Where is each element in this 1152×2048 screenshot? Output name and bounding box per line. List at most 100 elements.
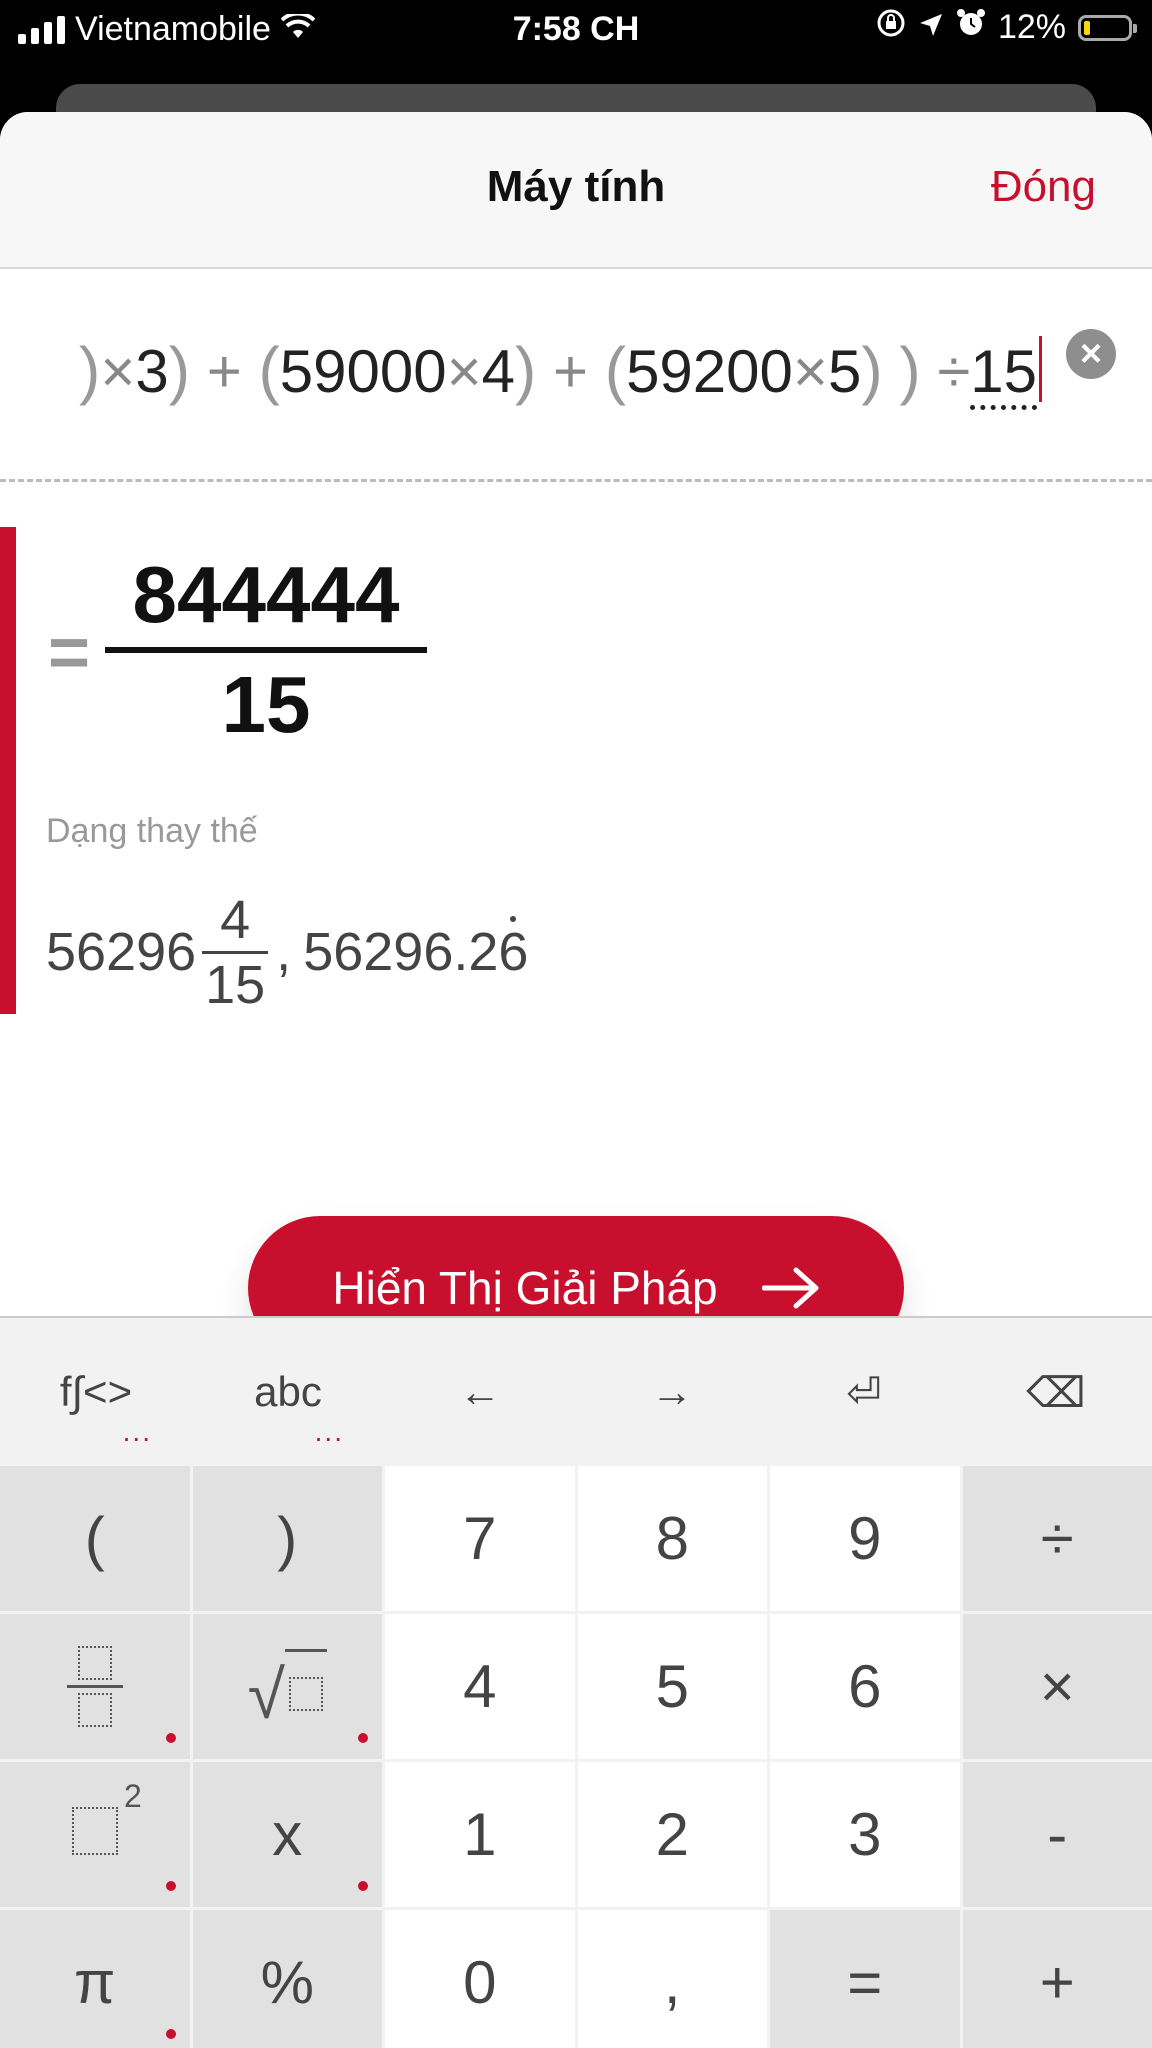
key-7[interactable]: 7 <box>385 1466 575 1611</box>
status-right: 12% <box>876 8 1137 47</box>
key-open-paren[interactable]: ( <box>0 1466 190 1611</box>
expr-paren: ) <box>899 334 921 406</box>
backspace-icon[interactable]: ⌫ <box>960 1318 1152 1466</box>
expr-number: 59200 <box>626 338 793 405</box>
key-minus[interactable]: - <box>962 1762 1152 1907</box>
mixed-denominator: 15 <box>205 954 266 1015</box>
key-0[interactable]: 0 <box>385 1910 575 2048</box>
key-3[interactable]: 3 <box>770 1762 960 1907</box>
letters-tab[interactable]: abc ... <box>192 1318 384 1466</box>
result-denominator: 15 <box>221 660 311 749</box>
expression-input[interactable]: )×3) + (59000×4) + (59200×5) ) ÷15 <box>79 333 1042 410</box>
result-fraction: 844444 15 <box>105 547 427 753</box>
cursor-right-icon[interactable]: → <box>576 1318 768 1466</box>
key-square[interactable]: 2 <box>0 1762 190 1907</box>
expr-op: + <box>206 338 242 405</box>
key-x[interactable]: x <box>192 1762 382 1907</box>
variant-dot-icon <box>165 2029 176 2039</box>
key-8[interactable]: 8 <box>577 1466 767 1611</box>
key-5[interactable]: 5 <box>577 1614 767 1759</box>
expr-number: 15 <box>970 338 1037 410</box>
enter-icon[interactable]: ⏎ <box>768 1318 960 1466</box>
orientation-lock-icon <box>876 8 906 47</box>
mixed-fraction: 4 15 <box>202 889 269 1015</box>
key-divide[interactable]: ÷ <box>962 1466 1152 1611</box>
battery-icon <box>1078 14 1137 41</box>
expression-viewport[interactable]: )×3) + (59000×4) + (59200×5) ) ÷15 <box>22 269 1042 479</box>
key-6[interactable]: 6 <box>770 1614 960 1759</box>
key-pi-label: π <box>74 1949 116 2016</box>
square-root-icon: √ <box>248 1648 327 1729</box>
key-2[interactable]: 2 <box>577 1762 767 1907</box>
key-1[interactable]: 1 <box>385 1762 575 1907</box>
expr-op: × <box>100 338 136 405</box>
square-power-icon: 2 <box>71 1778 142 1869</box>
expr-paren: ) <box>515 334 537 406</box>
expr-number: 5 <box>827 338 862 405</box>
key-fraction[interactable] <box>0 1614 190 1759</box>
variant-dot-icon <box>358 1881 368 1891</box>
mixed-fraction-line <box>202 950 269 954</box>
expr-number: 59000 <box>279 338 447 405</box>
keyboard-function-row: f∫<> ... abc ... ← → ⏎ ⌫ <box>0 1318 1152 1466</box>
key-close-paren[interactable]: ) <box>192 1466 382 1611</box>
expr-paren: ) <box>79 334 101 406</box>
result-accent-bar <box>0 527 16 1014</box>
result-equals: = <box>48 613 91 693</box>
expr-op: + <box>553 338 589 405</box>
key-9[interactable]: 9 <box>770 1466 960 1611</box>
close-button[interactable]: Đóng <box>991 162 1096 212</box>
key-equals[interactable]: = <box>770 1910 960 2048</box>
sheet-header: Máy tính Đóng <box>0 112 1152 269</box>
key-comma[interactable]: , <box>577 1910 767 2048</box>
key-percent[interactable]: % <box>192 1910 382 2048</box>
variant-dot-icon <box>165 1881 176 1891</box>
text-cursor <box>1039 336 1042 402</box>
square-exponent: 2 <box>123 1778 142 1814</box>
cursor-left-icon[interactable]: ← <box>384 1318 576 1466</box>
calculator-sheet: Máy tính Đóng )×3) + (59000×4) + (59200×… <box>0 112 1152 2048</box>
more-dots-icon: ... <box>314 1416 344 1447</box>
expr-op: × <box>446 338 482 405</box>
letters-tab-label: abc <box>254 1368 322 1415</box>
battery-percent: 12% <box>997 8 1066 46</box>
key-pi[interactable]: π <box>0 1910 190 2048</box>
key-4[interactable]: 4 <box>385 1614 575 1759</box>
key-sqrt[interactable]: √ <box>192 1614 382 1759</box>
variant-dot-icon <box>358 1733 368 1743</box>
decimal-prefix: 56296.2 <box>303 922 499 982</box>
alarm-icon <box>956 8 986 47</box>
mixed-numerator: 4 <box>220 889 251 950</box>
show-solution-label: Hiển Thị Giải Pháp <box>332 1262 718 1314</box>
keypad-grid: ( ) 7 8 9 ÷ √ 4 5 6 × 2 x 1 2 3 - π % 0 … <box>0 1466 1152 2048</box>
functions-tab-label: f∫<> <box>59 1368 133 1415</box>
expr-number: 4 <box>481 338 516 405</box>
status-bar: Vietnamobile 7:58 CH 12% <box>0 0 1152 64</box>
key-plus[interactable]: + <box>962 1910 1152 2048</box>
alternate-form-values: 56296 4 15 , 56296.26 <box>46 872 528 1032</box>
decimal-value: 56296.26 <box>303 921 528 983</box>
expr-number: 3 <box>135 338 169 405</box>
arrow-right-icon <box>761 1266 820 1310</box>
expression-row[interactable]: )×3) + (59000×4) + (59200×5) ) ÷15 × <box>0 269 1152 482</box>
result-numerator: 844444 <box>132 550 400 639</box>
expr-paren: ( <box>258 334 280 406</box>
more-dots-icon: ... <box>122 1416 152 1447</box>
key-x-label: x <box>272 1801 303 1868</box>
expr-op: × <box>792 338 828 405</box>
alternate-form-label: Dạng thay thế <box>46 812 258 850</box>
alt-separator: , <box>276 922 292 982</box>
expr-paren: ) <box>168 334 191 406</box>
variant-dot-icon <box>165 1733 176 1743</box>
functions-tab[interactable]: f∫<> ... <box>0 1318 192 1466</box>
expr-paren: ( <box>604 334 627 406</box>
key-multiply[interactable]: × <box>962 1614 1152 1759</box>
page-title: Máy tính <box>486 162 666 211</box>
location-icon <box>918 8 944 47</box>
decimal-repeating-digit: 6 <box>498 922 529 982</box>
mixed-whole: 56296 <box>46 922 197 982</box>
clear-icon[interactable]: × <box>1066 329 1116 379</box>
expr-paren: ) <box>861 334 883 406</box>
expr-op: ÷ <box>937 338 971 405</box>
math-keyboard: f∫<> ... abc ... ← → ⏎ ⌫ ( ) 7 8 9 ÷ √ 4… <box>0 1316 1152 2048</box>
